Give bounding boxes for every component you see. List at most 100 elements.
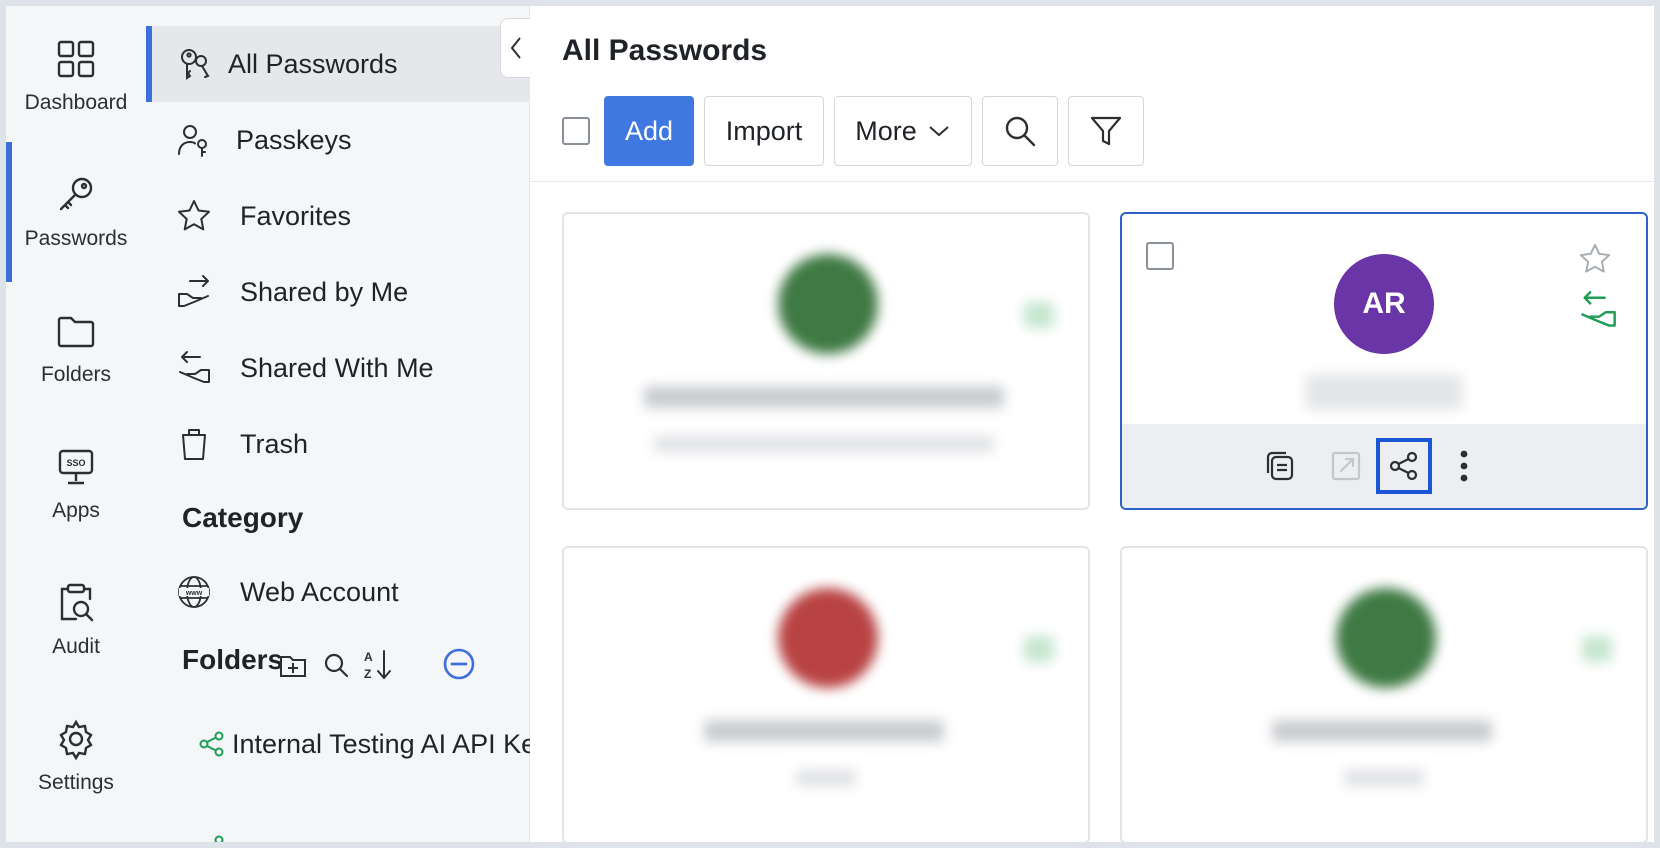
nav-item-all-passwords[interactable]: All Passwords [146, 26, 530, 102]
passwords-subnav: All Passwords Passkeys Favorites Shared … [146, 6, 536, 842]
nav-item-shared-by-me[interactable]: Shared by Me [146, 254, 530, 330]
folder-icon [57, 316, 95, 348]
share-in-icon [179, 351, 210, 383]
favorite-star-icon[interactable] [1578, 242, 1612, 276]
nav-label: All Passwords [228, 48, 398, 79]
card-subtitle-redacted [796, 770, 856, 786]
key-icon [59, 177, 93, 211]
rail-label: Folders [40, 363, 112, 386]
open-url-button[interactable] [1318, 438, 1374, 494]
filter-icon [1090, 116, 1122, 146]
share-icon [1389, 451, 1418, 481]
shared-folder-icon [199, 731, 224, 757]
page-title: All Passwords [562, 34, 768, 67]
more-options-button[interactable] [1436, 438, 1492, 494]
rail-item-passwords[interactable]: Passwords [6, 142, 146, 282]
nav-item-favorites[interactable]: Favorites [146, 178, 530, 254]
more-label: More [855, 115, 917, 146]
collapse-sidebar-button[interactable] [500, 18, 530, 78]
nav-label: Shared by Me [240, 276, 409, 307]
share-out-icon [178, 275, 209, 307]
share-button[interactable] [1376, 438, 1432, 494]
trash-icon [182, 429, 206, 460]
shared-folder-icon [214, 835, 224, 842]
rail-item-settings[interactable]: Settings [6, 686, 146, 826]
star-icon [178, 200, 210, 231]
card-title-redacted [1306, 374, 1462, 410]
card-content-blurred [564, 214, 1088, 508]
audit-icon [60, 583, 94, 622]
passkey-icon [178, 125, 207, 157]
shared-icon [1582, 636, 1612, 662]
card-avatar [778, 588, 878, 688]
rail-label: Passwords [24, 227, 128, 250]
app-window: Dashboard Passwords Folders SSO Apps Aud… [6, 6, 1654, 842]
rail-item-audit[interactable]: Audit [6, 550, 146, 690]
rail-label: Dashboard [24, 91, 128, 114]
folders-heading: Folders [182, 644, 284, 675]
kebab-menu-icon [1460, 450, 1468, 482]
nav-item-trash[interactable]: Trash [146, 406, 530, 482]
nav-item-passkeys[interactable]: Passkeys [146, 102, 530, 178]
card-checkbox[interactable] [1146, 242, 1174, 270]
svg-text:Z: Z [364, 667, 371, 681]
filter-button[interactable] [1068, 96, 1144, 166]
folder-item[interactable]: Internal Testing AI API Ke [146, 712, 536, 776]
nav-label: Passkeys [236, 124, 352, 155]
copy-icon [1266, 451, 1294, 481]
add-button[interactable]: Add [604, 96, 694, 166]
card-content-blurred [564, 548, 1088, 842]
shared-icon [1024, 636, 1054, 662]
card-title-redacted [1272, 720, 1492, 742]
card-title-redacted [704, 720, 944, 742]
chevron-down-icon [929, 126, 949, 137]
search-folders-icon[interactable] [322, 651, 350, 679]
toolbar-divider [530, 181, 1654, 182]
collapse-folders-icon[interactable] [442, 647, 476, 681]
search-icon [1005, 116, 1036, 147]
select-all-checkbox[interactable] [562, 117, 590, 145]
copy-password-button[interactable] [1252, 438, 1308, 494]
rail-label: Audit [52, 635, 100, 658]
nav-label: Favorites [240, 200, 352, 231]
password-card[interactable] [562, 212, 1090, 510]
card-subtitle-redacted [654, 436, 994, 452]
rail-item-folders[interactable]: Folders [6, 278, 146, 418]
card-content-blurred [1122, 548, 1646, 842]
svg-text:SSO: SSO [66, 458, 85, 468]
card-avatar [1336, 588, 1436, 688]
more-button[interactable]: More [834, 96, 972, 166]
search-button[interactable] [982, 96, 1058, 166]
keys-icon [181, 49, 210, 80]
main-content: All Passwords Add Import More AR [530, 6, 1654, 842]
nav-label: Shared With Me [240, 352, 434, 383]
rail-label: Apps [52, 499, 100, 522]
rail-label: Settings [38, 771, 114, 794]
rail-item-apps[interactable]: SSO Apps [6, 414, 146, 554]
www-icon: www [178, 576, 210, 608]
nav-label: Trash [240, 428, 309, 459]
sso-icon: SSO [58, 449, 94, 485]
chevron-left-icon [510, 37, 521, 59]
password-card[interactable] [562, 546, 1090, 842]
shared-icon [1024, 302, 1054, 328]
rail-item-dashboard[interactable]: Dashboard [6, 6, 146, 146]
sort-az-icon[interactable]: A Z [362, 648, 394, 682]
external-link-icon [1331, 451, 1361, 481]
password-card-selected[interactable]: AR [1120, 212, 1648, 510]
shared-with-me-icon [1581, 291, 1616, 327]
nav-item-web-account[interactable]: www Web Account [146, 554, 530, 630]
card-title-redacted [644, 386, 1004, 408]
svg-text:A: A [364, 650, 373, 664]
gear-icon [59, 719, 93, 761]
add-folder-icon[interactable] [278, 650, 308, 680]
card-avatar [778, 254, 878, 354]
nav-label: Internal Testing AI API Ke [232, 728, 537, 759]
password-card[interactable] [1120, 546, 1648, 842]
card-actions-bar [1122, 424, 1646, 508]
nav-item-shared-with-me[interactable]: Shared With Me [146, 330, 530, 406]
category-heading: Category [182, 502, 304, 533]
nav-label: Web Account [240, 576, 399, 607]
import-button[interactable]: Import [704, 96, 824, 166]
card-subtitle-redacted [1344, 770, 1424, 786]
